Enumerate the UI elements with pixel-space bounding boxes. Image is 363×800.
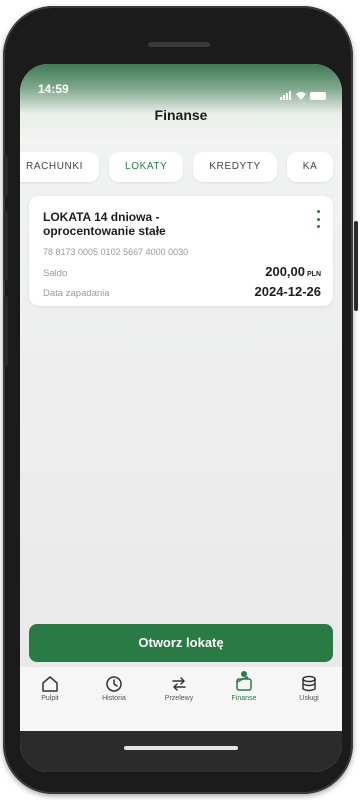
home-indicator[interactable] (124, 746, 238, 750)
balance-label: Saldo (43, 268, 68, 279)
balance-currency: PLN (307, 271, 321, 278)
maturity-value: 2024-12-26 (254, 284, 322, 299)
speaker-grille (148, 42, 210, 47)
nav-finanse[interactable]: Finanse (214, 671, 274, 702)
nav-pulpit[interactable]: Pulpit (20, 675, 80, 702)
page-title: Finanse (154, 107, 208, 123)
product-tabs: RACHUNKI LOKATY KREDYTY KA (20, 152, 334, 184)
transfer-icon (172, 677, 186, 691)
mute-switch (4, 156, 8, 196)
nav-przelewy[interactable]: Przelewy (149, 675, 209, 702)
maturity-label: Data zapadania (43, 288, 110, 299)
maturity-row: Data zapadania 2024-12-26 (43, 284, 321, 299)
signal-icon (280, 82, 292, 100)
system-bar (20, 731, 342, 772)
status-time: 14:59 (38, 82, 69, 96)
services-icon (302, 675, 316, 692)
active-indicator (241, 671, 247, 677)
app-screen: 14:59 Finanse RACHUNKI LOKATY KREDYTY KA… (20, 64, 342, 772)
power-button (354, 221, 358, 311)
nav-label-przelewy: Przelewy (164, 695, 194, 702)
deposit-card[interactable]: LOKATA 14 dniowa - oprocentowanie stałe … (29, 196, 333, 306)
account-number: 78 8173 0005 0102 5667 4000 0030 (43, 247, 189, 257)
nav-uslugi[interactable]: Usługi (279, 675, 339, 702)
wifi-icon (296, 92, 306, 100)
bottom-nav: Pulpit Historia Przelewy Finanse Usługi (20, 667, 342, 731)
tab-rachunki[interactable]: RACHUNKI (20, 152, 100, 182)
app-header: 14:59 Finanse (20, 64, 342, 144)
volume-down-button (4, 296, 8, 366)
home-icon (42, 676, 58, 692)
deposit-name-line2: oprocentowanie stałe (43, 224, 166, 238)
tab-lokaty[interactable]: LOKATY (109, 152, 184, 182)
nav-label-pulpit: Pulpit (41, 695, 59, 702)
volume-up-button (4, 211, 8, 281)
balance-value: 200,00 (265, 264, 305, 279)
nav-label-historia: Historia (102, 695, 126, 702)
nav-label-uslugi: Usługi (299, 695, 319, 702)
phone-frame: 14:59 Finanse RACHUNKI LOKATY KREDYTY KA… (3, 6, 358, 794)
wallet-icon (236, 676, 252, 691)
nav-historia[interactable]: Historia (84, 675, 144, 702)
status-icons (280, 82, 326, 100)
history-icon (106, 676, 122, 692)
battery-icon (310, 92, 326, 100)
deposit-name: LOKATA 14 dniowa - oprocentowanie stałe (43, 210, 283, 238)
open-deposit-button[interactable]: Otworz lokatę (29, 624, 333, 662)
deposit-name-line1: LOKATA 14 dniowa - (43, 210, 160, 224)
tab-kredyty[interactable]: KREDYTY (193, 152, 277, 182)
more-options-icon[interactable] (315, 210, 321, 228)
balance-row: Saldo 200,00 PLN (43, 263, 321, 281)
nav-label-finanse: Finanse (231, 695, 257, 702)
tab-karty[interactable]: KA (286, 152, 334, 182)
